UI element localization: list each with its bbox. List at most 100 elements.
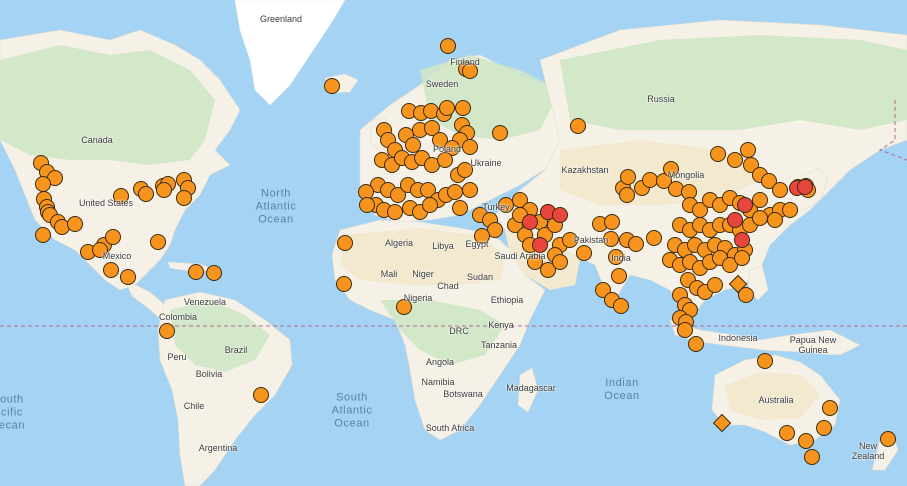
place-label: Mongolia [667,170,705,180]
location-marker[interactable] [138,186,154,202]
location-marker[interactable] [462,139,478,155]
location-marker[interactable] [628,236,644,252]
location-marker[interactable] [120,269,136,285]
location-marker[interactable] [337,235,353,251]
location-marker[interactable] [782,202,798,218]
location-marker[interactable] [405,137,421,153]
location-marker[interactable] [206,265,222,281]
location-marker[interactable] [455,100,471,116]
location-marker[interactable] [35,227,51,243]
place-label: Nigeria [403,293,433,303]
location-marker[interactable] [105,229,121,245]
location-marker[interactable] [734,232,750,248]
location-marker[interactable] [552,254,568,270]
place-label: Mexico [102,251,132,261]
location-marker[interactable] [757,353,773,369]
location-marker[interactable] [452,200,468,216]
place-label: Libya [432,241,454,251]
location-marker[interactable] [437,152,453,168]
location-marker[interactable] [611,268,627,284]
place-label: Saudi Arabia [494,251,546,261]
location-marker[interactable] [570,118,586,134]
place-label: Sweden [425,79,459,89]
location-marker[interactable] [797,179,813,195]
ocean-label-south-atlantic: South Atlantic Ocean [331,391,373,430]
ocean-label-north-atlantic: North Atlantic Ocean [255,187,297,226]
place-label: Mali [380,269,398,279]
location-marker[interactable] [423,103,439,119]
location-marker[interactable] [253,387,269,403]
place-label: Sudan [466,272,494,282]
location-marker[interactable] [156,182,172,198]
location-marker[interactable] [727,152,743,168]
location-marker[interactable] [752,192,768,208]
location-marker[interactable] [646,230,662,246]
location-marker[interactable] [677,322,693,338]
location-marker[interactable] [552,207,568,223]
place-label: Chad [437,281,459,291]
place-label: United States [78,198,134,208]
location-marker[interactable] [54,219,70,235]
location-marker[interactable] [324,78,340,94]
place-label: New Zealand [851,441,885,461]
location-marker[interactable] [727,212,743,228]
location-marker[interactable] [422,197,438,213]
location-marker[interactable] [613,298,629,314]
location-marker[interactable] [620,169,636,185]
ocean-label-south-pacific: outh cific ecan [0,393,26,432]
place-label: Angola [425,357,455,367]
place-label: Pakistan [573,235,609,245]
place-label: Niger [412,269,434,279]
location-marker[interactable] [35,176,51,192]
location-marker[interactable] [779,425,795,441]
location-marker[interactable] [440,38,456,54]
location-marker[interactable] [447,184,463,200]
place-label: Papua New Guinea [789,335,837,355]
place-label: Kenya [488,320,514,330]
location-marker[interactable] [439,100,455,116]
place-label: India [611,253,631,263]
location-marker[interactable] [740,142,756,158]
location-marker[interactable] [188,264,204,280]
location-marker[interactable] [176,190,192,206]
location-marker[interactable] [752,210,768,226]
location-marker[interactable] [103,262,119,278]
place-label: Indonesia [718,333,758,343]
location-marker[interactable] [737,197,753,213]
place-label: Poland [432,144,462,154]
place-label: Brazil [224,345,248,355]
location-marker[interactable] [688,336,704,352]
location-marker[interactable] [604,214,620,230]
location-marker[interactable] [804,449,820,465]
location-marker[interactable] [822,400,838,416]
place-label: Ukraine [470,158,502,168]
location-marker[interactable] [359,197,375,213]
place-label: Australia [758,395,794,405]
location-marker[interactable] [734,250,750,266]
location-marker[interactable] [767,212,783,228]
place-label: South Africa [425,423,475,433]
place-label: Venezuela [183,297,227,307]
location-marker[interactable] [336,276,352,292]
location-marker[interactable] [387,204,403,220]
location-marker[interactable] [576,245,592,261]
location-marker[interactable] [619,187,635,203]
location-marker[interactable] [150,234,166,250]
location-marker[interactable] [798,433,814,449]
location-marker[interactable] [668,181,684,197]
place-label: Greenland [259,14,303,24]
location-marker[interactable] [462,182,478,198]
location-marker[interactable] [159,323,175,339]
location-marker[interactable] [67,216,83,232]
location-marker[interactable] [772,182,788,198]
place-label: Egypt [465,239,489,249]
location-marker[interactable] [707,277,723,293]
place-label: Finland [450,57,480,67]
location-marker[interactable] [816,420,832,436]
location-marker[interactable] [492,125,508,141]
world-map[interactable]: North Atlantic Ocean South Atlantic Ocea… [0,0,907,486]
place-label: Kazakhstan [561,165,609,175]
location-marker[interactable] [710,146,726,162]
location-marker[interactable] [522,214,538,230]
location-marker[interactable] [642,172,658,188]
